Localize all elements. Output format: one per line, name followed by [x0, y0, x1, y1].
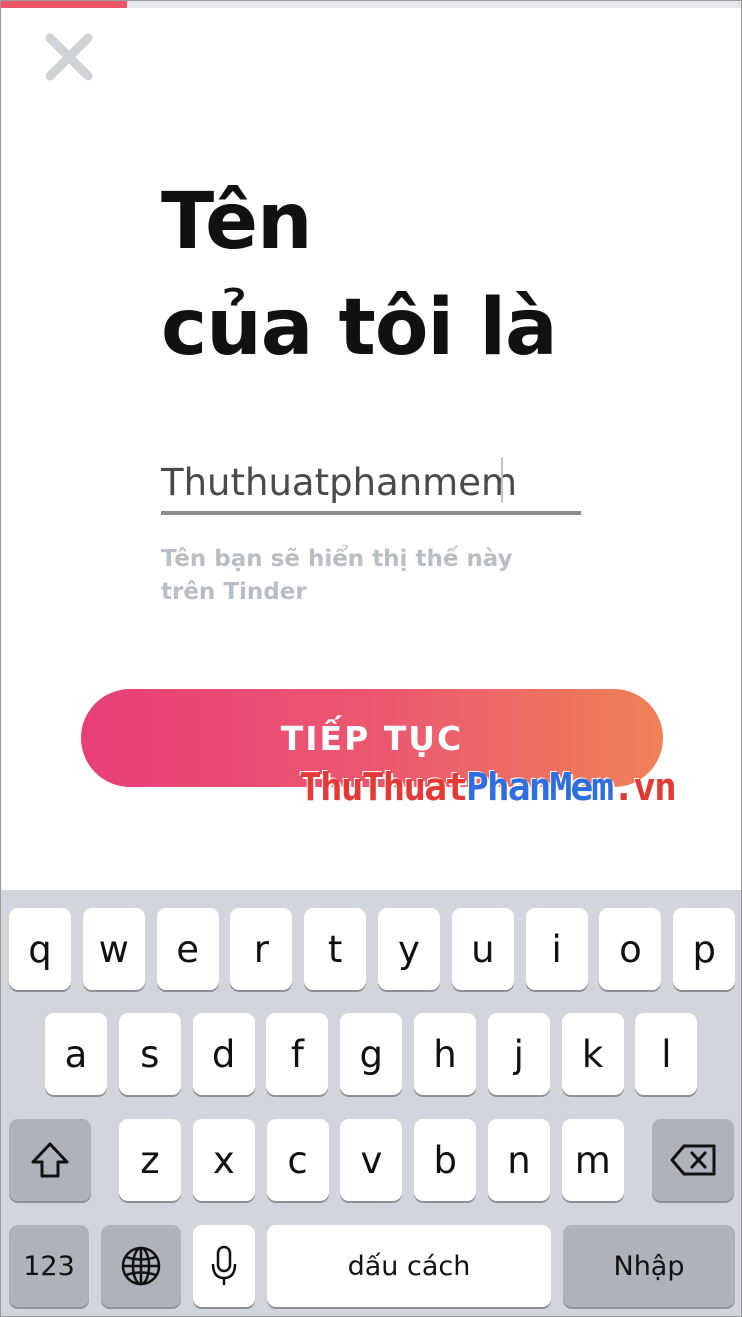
- key-y[interactable]: y: [378, 908, 440, 990]
- key-g[interactable]: g: [340, 1013, 403, 1095]
- return-key[interactable]: Nhập: [563, 1225, 735, 1307]
- key-i[interactable]: i: [525, 908, 588, 990]
- name-input[interactable]: [161, 453, 581, 515]
- key-a[interactable]: a: [45, 1013, 107, 1095]
- app-screen: Tên của tôi là Tên bạn sẽ hiển thị thế n…: [0, 0, 742, 1317]
- key-z[interactable]: z: [119, 1119, 181, 1201]
- key-p[interactable]: p: [673, 908, 736, 990]
- close-icon: [45, 33, 93, 81]
- key-q[interactable]: q: [9, 908, 71, 990]
- microphone-key[interactable]: [193, 1225, 255, 1307]
- close-button[interactable]: [41, 29, 97, 85]
- key-b[interactable]: b: [414, 1119, 477, 1201]
- key-s[interactable]: s: [118, 1013, 181, 1095]
- key-m[interactable]: m: [561, 1119, 624, 1201]
- watermark-part-3: .vn: [612, 765, 677, 809]
- space-key[interactable]: dấu cách: [267, 1225, 551, 1307]
- page-title: Tên của tôi là: [161, 169, 558, 381]
- key-u[interactable]: u: [451, 908, 514, 990]
- key-w[interactable]: w: [82, 908, 145, 990]
- key-e[interactable]: e: [156, 908, 219, 990]
- key-v[interactable]: v: [340, 1119, 403, 1201]
- key-o[interactable]: o: [599, 908, 662, 990]
- title-line-2: của tôi là: [161, 283, 558, 373]
- key-h[interactable]: h: [414, 1013, 476, 1095]
- shift-icon: [31, 1142, 69, 1178]
- globe-icon: [121, 1246, 161, 1286]
- watermark-part-1: ThuThuat: [299, 765, 468, 809]
- on-screen-keyboard: 123 dấu cách Nhập qwertyuiop asdfghjkl zxc…: [1, 890, 741, 1316]
- numbers-key[interactable]: 123: [9, 1225, 89, 1307]
- key-j[interactable]: j: [487, 1013, 550, 1095]
- shift-key[interactable]: [9, 1119, 91, 1201]
- title-line-1: Tên: [161, 177, 313, 267]
- key-f[interactable]: f: [266, 1013, 329, 1095]
- backspace-key[interactable]: [652, 1119, 734, 1201]
- globe-key[interactable]: [101, 1225, 181, 1307]
- key-r[interactable]: r: [230, 908, 293, 990]
- backspace-icon: [670, 1144, 716, 1176]
- microphone-icon: [211, 1245, 237, 1285]
- watermark-part-2: PhanMem: [466, 765, 614, 809]
- key-d[interactable]: d: [192, 1013, 255, 1095]
- progress-bar: [1, 1, 741, 8]
- key-x[interactable]: x: [192, 1119, 255, 1201]
- text-caret: [501, 457, 503, 503]
- key-c[interactable]: c: [266, 1119, 329, 1201]
- watermark: ThuThuatPhanMem.vn: [299, 765, 677, 809]
- name-hint: Tên bạn sẽ hiển thị thế này trên Tinder: [161, 546, 513, 605]
- key-l[interactable]: l: [635, 1013, 698, 1095]
- key-n[interactable]: n: [488, 1119, 550, 1201]
- key-t[interactable]: t: [304, 908, 367, 990]
- progress-fill: [1, 1, 127, 8]
- key-k[interactable]: k: [561, 1013, 624, 1095]
